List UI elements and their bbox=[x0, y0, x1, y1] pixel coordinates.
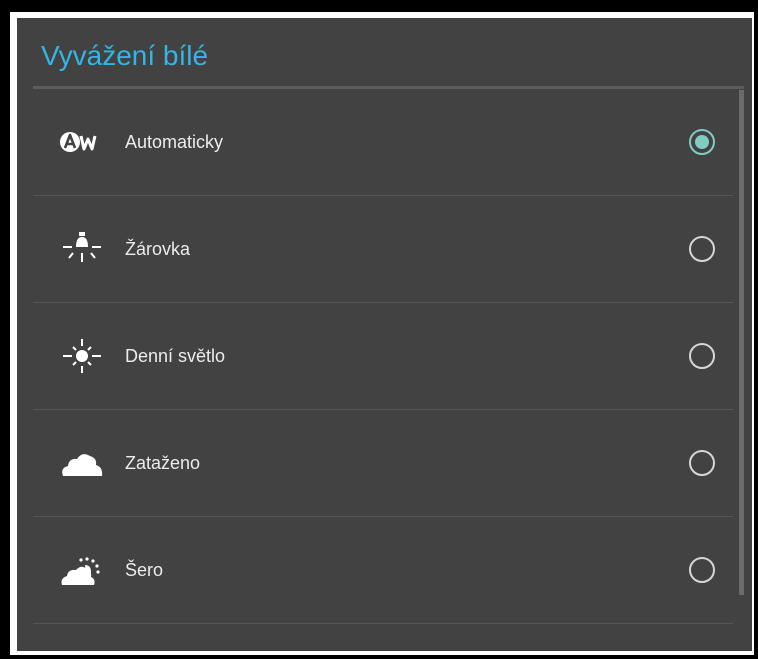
option-zatazeno[interactable]: Zataženo bbox=[33, 410, 733, 517]
incandescent-bulb-icon bbox=[63, 232, 101, 262]
radio-button[interactable] bbox=[689, 557, 715, 583]
option-zarovka[interactable]: Žárovka bbox=[33, 196, 733, 303]
option-label: Žárovka bbox=[125, 239, 191, 259]
radio-button[interactable] bbox=[689, 450, 715, 476]
radio-button[interactable] bbox=[689, 343, 715, 369]
radio-button[interactable] bbox=[689, 236, 715, 262]
option-label: Šero bbox=[125, 560, 164, 580]
options-list: Automaticky Žárovka Denní světlo Zatažen… bbox=[33, 89, 733, 624]
radio-button[interactable] bbox=[689, 129, 715, 155]
dialog-title: Vyvážení bílé bbox=[41, 40, 209, 71]
cloud-icon bbox=[62, 454, 103, 476]
option-label: Zataženo bbox=[125, 453, 201, 473]
sun-icon bbox=[63, 339, 101, 373]
scrollbar[interactable] bbox=[739, 90, 744, 595]
option-denni-svetlo[interactable]: Denní světlo bbox=[33, 303, 733, 410]
twilight-icon bbox=[61, 557, 100, 585]
option-sero[interactable]: Šero bbox=[33, 517, 733, 624]
option-automaticky[interactable]: Automaticky bbox=[33, 89, 733, 196]
auto-white-balance-icon bbox=[60, 132, 97, 152]
white-balance-dialog: Vyvážení bílé Automaticky Žárovka Denní … bbox=[17, 18, 752, 651]
option-label: Automaticky bbox=[125, 132, 224, 152]
option-label: Denní světlo bbox=[125, 346, 226, 366]
